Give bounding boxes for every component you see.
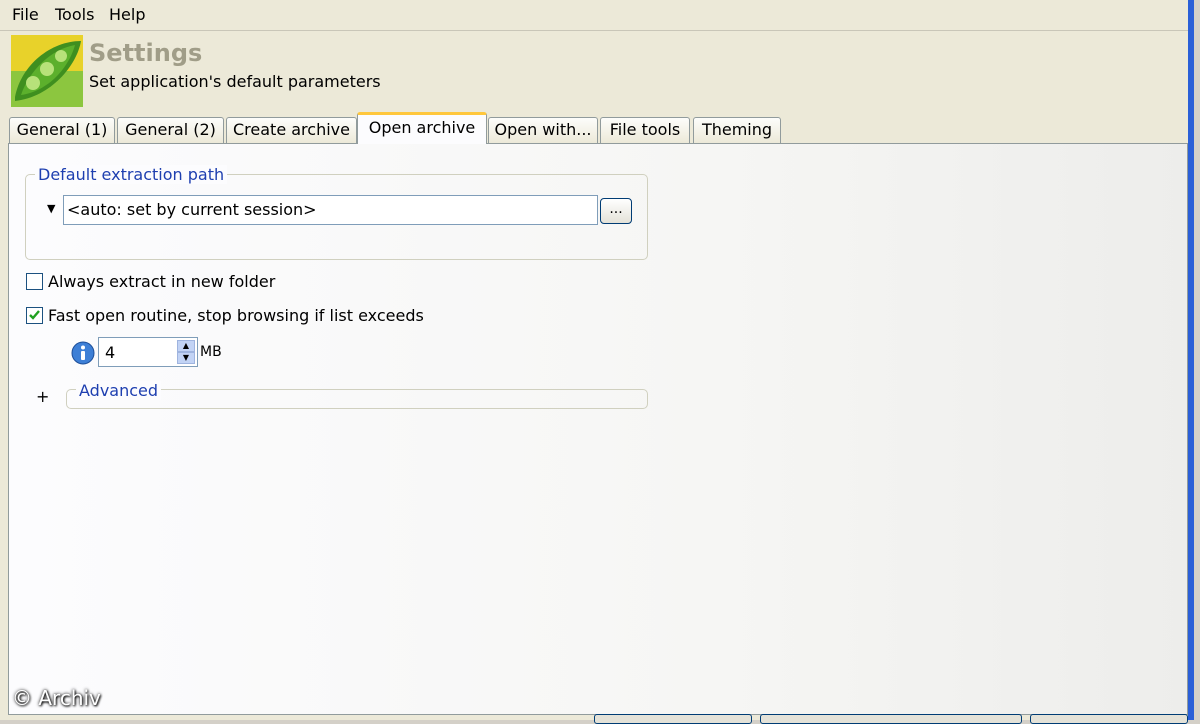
tab-create-archive[interactable]: Create archive: [226, 117, 357, 143]
dialog-button-1[interactable]: [594, 714, 752, 724]
dropdown-arrow-icon[interactable]: ▼: [47, 202, 55, 215]
extraction-path-label: Default extraction path: [35, 165, 228, 184]
info-icon: [71, 341, 95, 365]
size-value[interactable]: 4: [105, 343, 115, 362]
settings-header: Settings Set application's default param…: [0, 31, 1188, 111]
size-spinner[interactable]: 4 ▲ ▼: [98, 337, 198, 367]
always-extract-label[interactable]: Always extract in new folder: [48, 272, 275, 291]
page-title: Settings: [89, 39, 203, 67]
dialog-button-3[interactable]: [1030, 714, 1188, 724]
menu-tools[interactable]: Tools: [55, 5, 94, 24]
fast-open-label[interactable]: Fast open routine, stop browsing if list…: [48, 306, 424, 325]
fast-open-checkbox[interactable]: [26, 307, 43, 324]
spin-down-icon[interactable]: ▼: [177, 352, 195, 364]
size-unit-label: MB: [200, 344, 222, 360]
tab-general-2[interactable]: General (2): [117, 117, 224, 143]
tab-file-tools[interactable]: File tools: [600, 117, 690, 143]
extraction-path-input[interactable]: <auto: set by current session>: [63, 195, 598, 225]
tab-open-archive[interactable]: Open archive: [357, 112, 487, 144]
open-archive-panel: Default extraction path ▼ <auto: set by …: [8, 143, 1188, 715]
always-extract-checkbox[interactable]: [26, 273, 43, 290]
tab-theming[interactable]: Theming: [693, 117, 781, 143]
menu-bar: File Tools Help: [0, 0, 1188, 31]
tab-strip: General (1) General (2) Create archive O…: [0, 112, 1188, 144]
tab-general-1[interactable]: General (1): [9, 117, 115, 143]
advanced-expander[interactable]: +: [36, 387, 49, 406]
checkmark-icon: [29, 310, 40, 320]
spin-up-icon[interactable]: ▲: [177, 340, 195, 352]
menu-file[interactable]: File: [12, 5, 39, 24]
peazip-logo-icon: [11, 35, 83, 107]
dialog-button-2[interactable]: [760, 714, 1022, 724]
copyright-watermark: © Archiv: [12, 686, 101, 710]
menu-help[interactable]: Help: [109, 5, 145, 24]
browse-button[interactable]: ...: [600, 198, 632, 224]
advanced-label[interactable]: Advanced: [76, 381, 162, 400]
tab-open-with[interactable]: Open with...: [488, 117, 598, 143]
settings-window: File Tools Help Settings Set application…: [0, 0, 1194, 724]
page-subtitle: Set application's default parameters: [89, 72, 381, 91]
